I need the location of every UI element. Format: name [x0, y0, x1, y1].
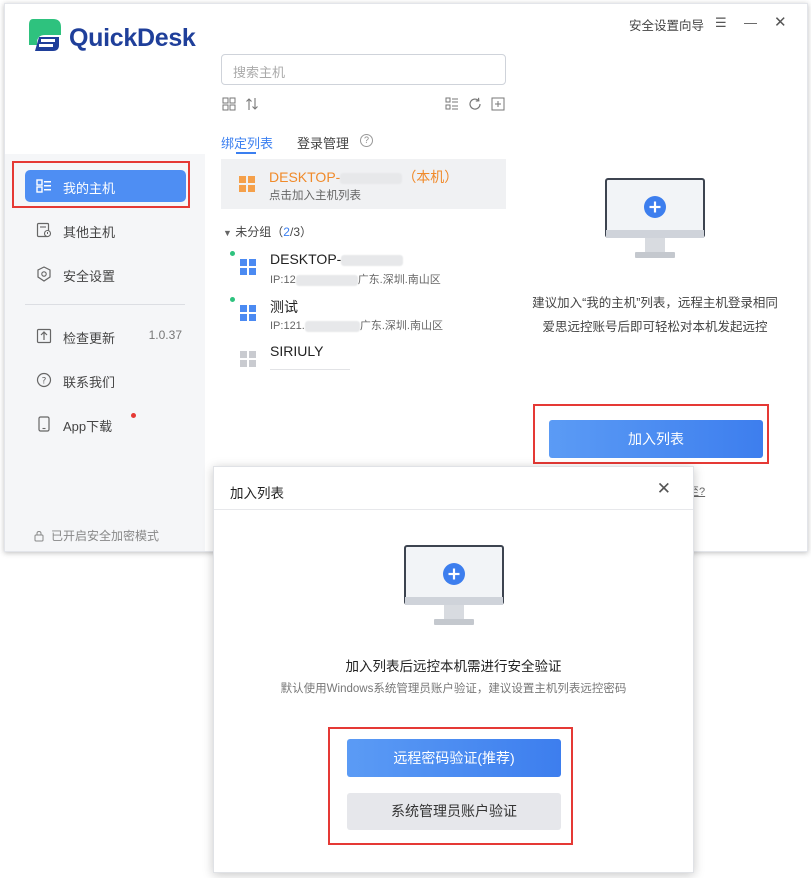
shield-icon: [37, 266, 51, 282]
redacted-text: [341, 254, 404, 266]
dialog-subtext: 默认使用Windows系统管理员账户验证，建议设置主机列表远控密码: [280, 683, 627, 695]
logo-area: QuickDesk: [5, 4, 205, 154]
sidebar-item-app-download[interactable]: App下载: [25, 408, 186, 440]
dialog-divider: [214, 509, 693, 510]
security-mode-status: 已开启安全加密模式: [33, 527, 159, 544]
online-status-dot: [230, 251, 235, 256]
group-count-open: （: [271, 225, 284, 239]
dialog-title: 加入列表: [230, 486, 284, 501]
group-name: 未分组: [235, 225, 272, 239]
dialog-close-icon[interactable]: ✕: [657, 479, 671, 499]
active-tab-indicator: [236, 152, 256, 154]
search-input[interactable]: 搜索主机: [221, 54, 506, 85]
host-row[interactable]: 测试 IP:121. 广东.深圳.南山区: [225, 295, 505, 339]
monitor-illustration: [605, 178, 705, 258]
host-ip: IP:121. 广东.深圳.南山区: [270, 317, 443, 333]
sidebar-item-label: 联系我们: [63, 375, 116, 390]
highlight-box: [328, 727, 573, 845]
sidebar-item-security[interactable]: 安全设置: [25, 258, 186, 290]
host-location: 广东.深圳.南山区: [359, 320, 443, 332]
host-row[interactable]: DESKTOP- IP:12 广东.深圳.南山区: [225, 249, 505, 293]
security-mode-label: 已开启安全加密模式: [51, 529, 160, 543]
monitor-illustration: [404, 545, 504, 625]
upload-icon: [36, 328, 52, 344]
tab-login-management[interactable]: 登录管理: [297, 133, 349, 152]
sidebar: QuickDesk 我的主机 其他主机 安全设置 检查更新 1.0.37 ? 联…: [5, 4, 205, 551]
redacted-text: [295, 274, 358, 286]
notification-dot: [131, 413, 136, 418]
refresh-icon[interactable]: [468, 97, 482, 111]
sidebar-item-label: 检查更新: [63, 331, 116, 346]
host-name-prefix: DESKTOP-: [269, 169, 341, 185]
help-icon: ?: [36, 372, 52, 388]
lock-icon: [34, 530, 44, 542]
svg-text:?: ?: [42, 377, 47, 387]
add-icon[interactable]: [491, 97, 505, 111]
description-line-1: 建议加入“我的主机”列表，远程主机登录相同: [532, 296, 778, 310]
local-host-name: DESKTOP- （本机）: [269, 167, 458, 187]
host-location: 广东.深圳.南山区: [357, 274, 441, 286]
dialog-heading: 加入列表后远控本机需进行安全验证: [345, 659, 562, 674]
question-icon[interactable]: ?: [360, 134, 373, 147]
tab-bound-list[interactable]: 绑定列表: [221, 133, 273, 152]
local-host-subtitle: 点击加入主机列表: [269, 190, 361, 202]
menu-icon[interactable]: ☰: [715, 15, 727, 31]
host-divider: [270, 369, 350, 370]
group-online-count: 2: [283, 225, 290, 239]
join-list-description: 建议加入“我的主机”列表，远程主机登录相同 爱思远控账号后即可轻松对本机发起远控: [510, 291, 800, 339]
highlight-box: [533, 404, 769, 464]
online-status-dot: [230, 297, 235, 302]
host-ip-text: IP:12: [270, 274, 296, 286]
group-header[interactable]: ▼ 未分组（2/3）: [223, 223, 312, 240]
close-icon[interactable]: ✕: [774, 13, 787, 31]
highlight-box: [12, 161, 190, 208]
redacted-text: [340, 172, 403, 184]
host-name: DESKTOP-: [270, 251, 404, 267]
grid-view-icon[interactable]: [222, 97, 236, 111]
brand-name: QuickDesk: [69, 24, 196, 52]
sidebar-item-label: App下载: [63, 419, 113, 434]
security-wizard-link[interactable]: 安全设置向导: [629, 15, 704, 34]
windows-icon: [240, 259, 256, 275]
quickdesk-logo-icon: [29, 19, 61, 51]
collapse-arrow-icon: ▼: [223, 228, 232, 238]
host-ip: IP:12 广东.深圳.南山区: [270, 271, 441, 287]
host-name-text: DESKTOP-: [270, 251, 342, 267]
host-name: SIRIULY: [270, 343, 324, 359]
sort-icon[interactable]: [245, 97, 259, 111]
sidebar-item-label: 其他主机: [63, 225, 116, 240]
local-machine-tag: （本机）: [402, 169, 459, 185]
host-name: 测试: [270, 299, 298, 315]
windows-icon: [240, 305, 256, 321]
group-total-count: 3: [293, 225, 301, 239]
host-ip-text: IP:121.: [270, 320, 305, 332]
sidebar-item-contact-us[interactable]: ? 联系我们: [25, 364, 186, 396]
redacted-text: [304, 320, 360, 332]
group-count-close: ）: [300, 225, 313, 239]
sidebar-item-other-hosts[interactable]: 其他主机: [25, 214, 186, 246]
local-host-row[interactable]: DESKTOP- （本机） 点击加入主机列表: [221, 159, 506, 209]
windows-icon: [240, 351, 256, 367]
host-row[interactable]: SIRIULY: [225, 341, 505, 385]
minimize-icon[interactable]: —: [744, 15, 757, 30]
windows-icon: [239, 176, 255, 192]
list-view-icon[interactable]: [445, 97, 459, 111]
phone-icon: [38, 416, 50, 432]
sidebar-divider: [25, 304, 185, 305]
version-number: 1.0.37: [148, 328, 182, 342]
description-line-2: 爱思远控账号后即可轻松对本机发起远控: [542, 320, 768, 334]
other-host-icon: [36, 222, 52, 238]
sidebar-item-label: 安全设置: [63, 269, 116, 284]
sidebar-item-check-update[interactable]: 检查更新 1.0.37: [25, 320, 186, 352]
